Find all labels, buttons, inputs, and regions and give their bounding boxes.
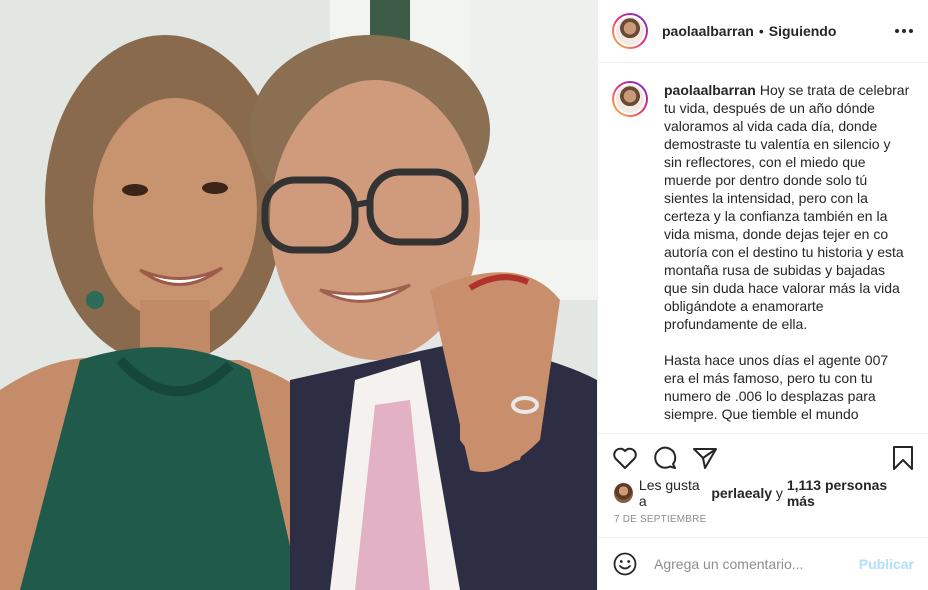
caption-author-avatar[interactable]: [612, 80, 648, 117]
author-username[interactable]: paolaalbarran: [662, 23, 754, 39]
header-separator: •: [758, 22, 764, 39]
caption-paragraph-1-text: Hoy se trata de celebrar tu vida, despué…: [664, 81, 910, 332]
caption-paragraph-2: Hasta hace unos días el agente 007 era e…: [664, 351, 889, 422]
likes-connector: y: [775, 485, 783, 502]
publish-button[interactable]: Publicar: [859, 556, 914, 572]
comment-form: Publicar: [598, 537, 928, 590]
liker-username[interactable]: perlaealy: [711, 485, 772, 501]
likes-summary: Les gusta a perlaealy y 1,113 personas m…: [598, 477, 928, 509]
following-button[interactable]: Siguiendo: [769, 23, 837, 39]
author-avatar[interactable]: [612, 12, 648, 49]
instagram-post: paolaalbarran • Siguiendo paolaalbarran H…: [0, 0, 928, 590]
paper-plane-icon[interactable]: [690, 443, 720, 473]
caption-paragraph-1: paolaalbarran Hoy se trata de celebrar tu…: [664, 81, 912, 333]
smiley-icon[interactable]: [612, 551, 638, 577]
more-dots-icon[interactable]: [892, 19, 916, 43]
caption-text: paolaalbarran Hoy se trata de celebrar tu…: [664, 81, 912, 433]
comment-input[interactable]: [652, 555, 859, 574]
comment-bubble-icon[interactable]: [650, 443, 680, 473]
post-header: paolaalbarran • Siguiendo: [598, 0, 928, 63]
post-date[interactable]: 7 de septiembre: [598, 504, 928, 537]
liker-avatar[interactable]: [614, 483, 633, 504]
bookmark-icon[interactable]: [888, 443, 918, 473]
post-photo[interactable]: [0, 0, 597, 590]
heart-icon[interactable]: [610, 443, 640, 473]
action-bar: [598, 433, 928, 482]
post-side-panel: paolaalbarran • Siguiendo paolaalbarran H…: [597, 0, 928, 590]
caption-username[interactable]: paolaalbarran: [664, 82, 756, 98]
couple-photo-illustration: [0, 0, 597, 590]
caption-area: paolaalbarran Hoy se trata de celebrar tu…: [598, 63, 928, 433]
